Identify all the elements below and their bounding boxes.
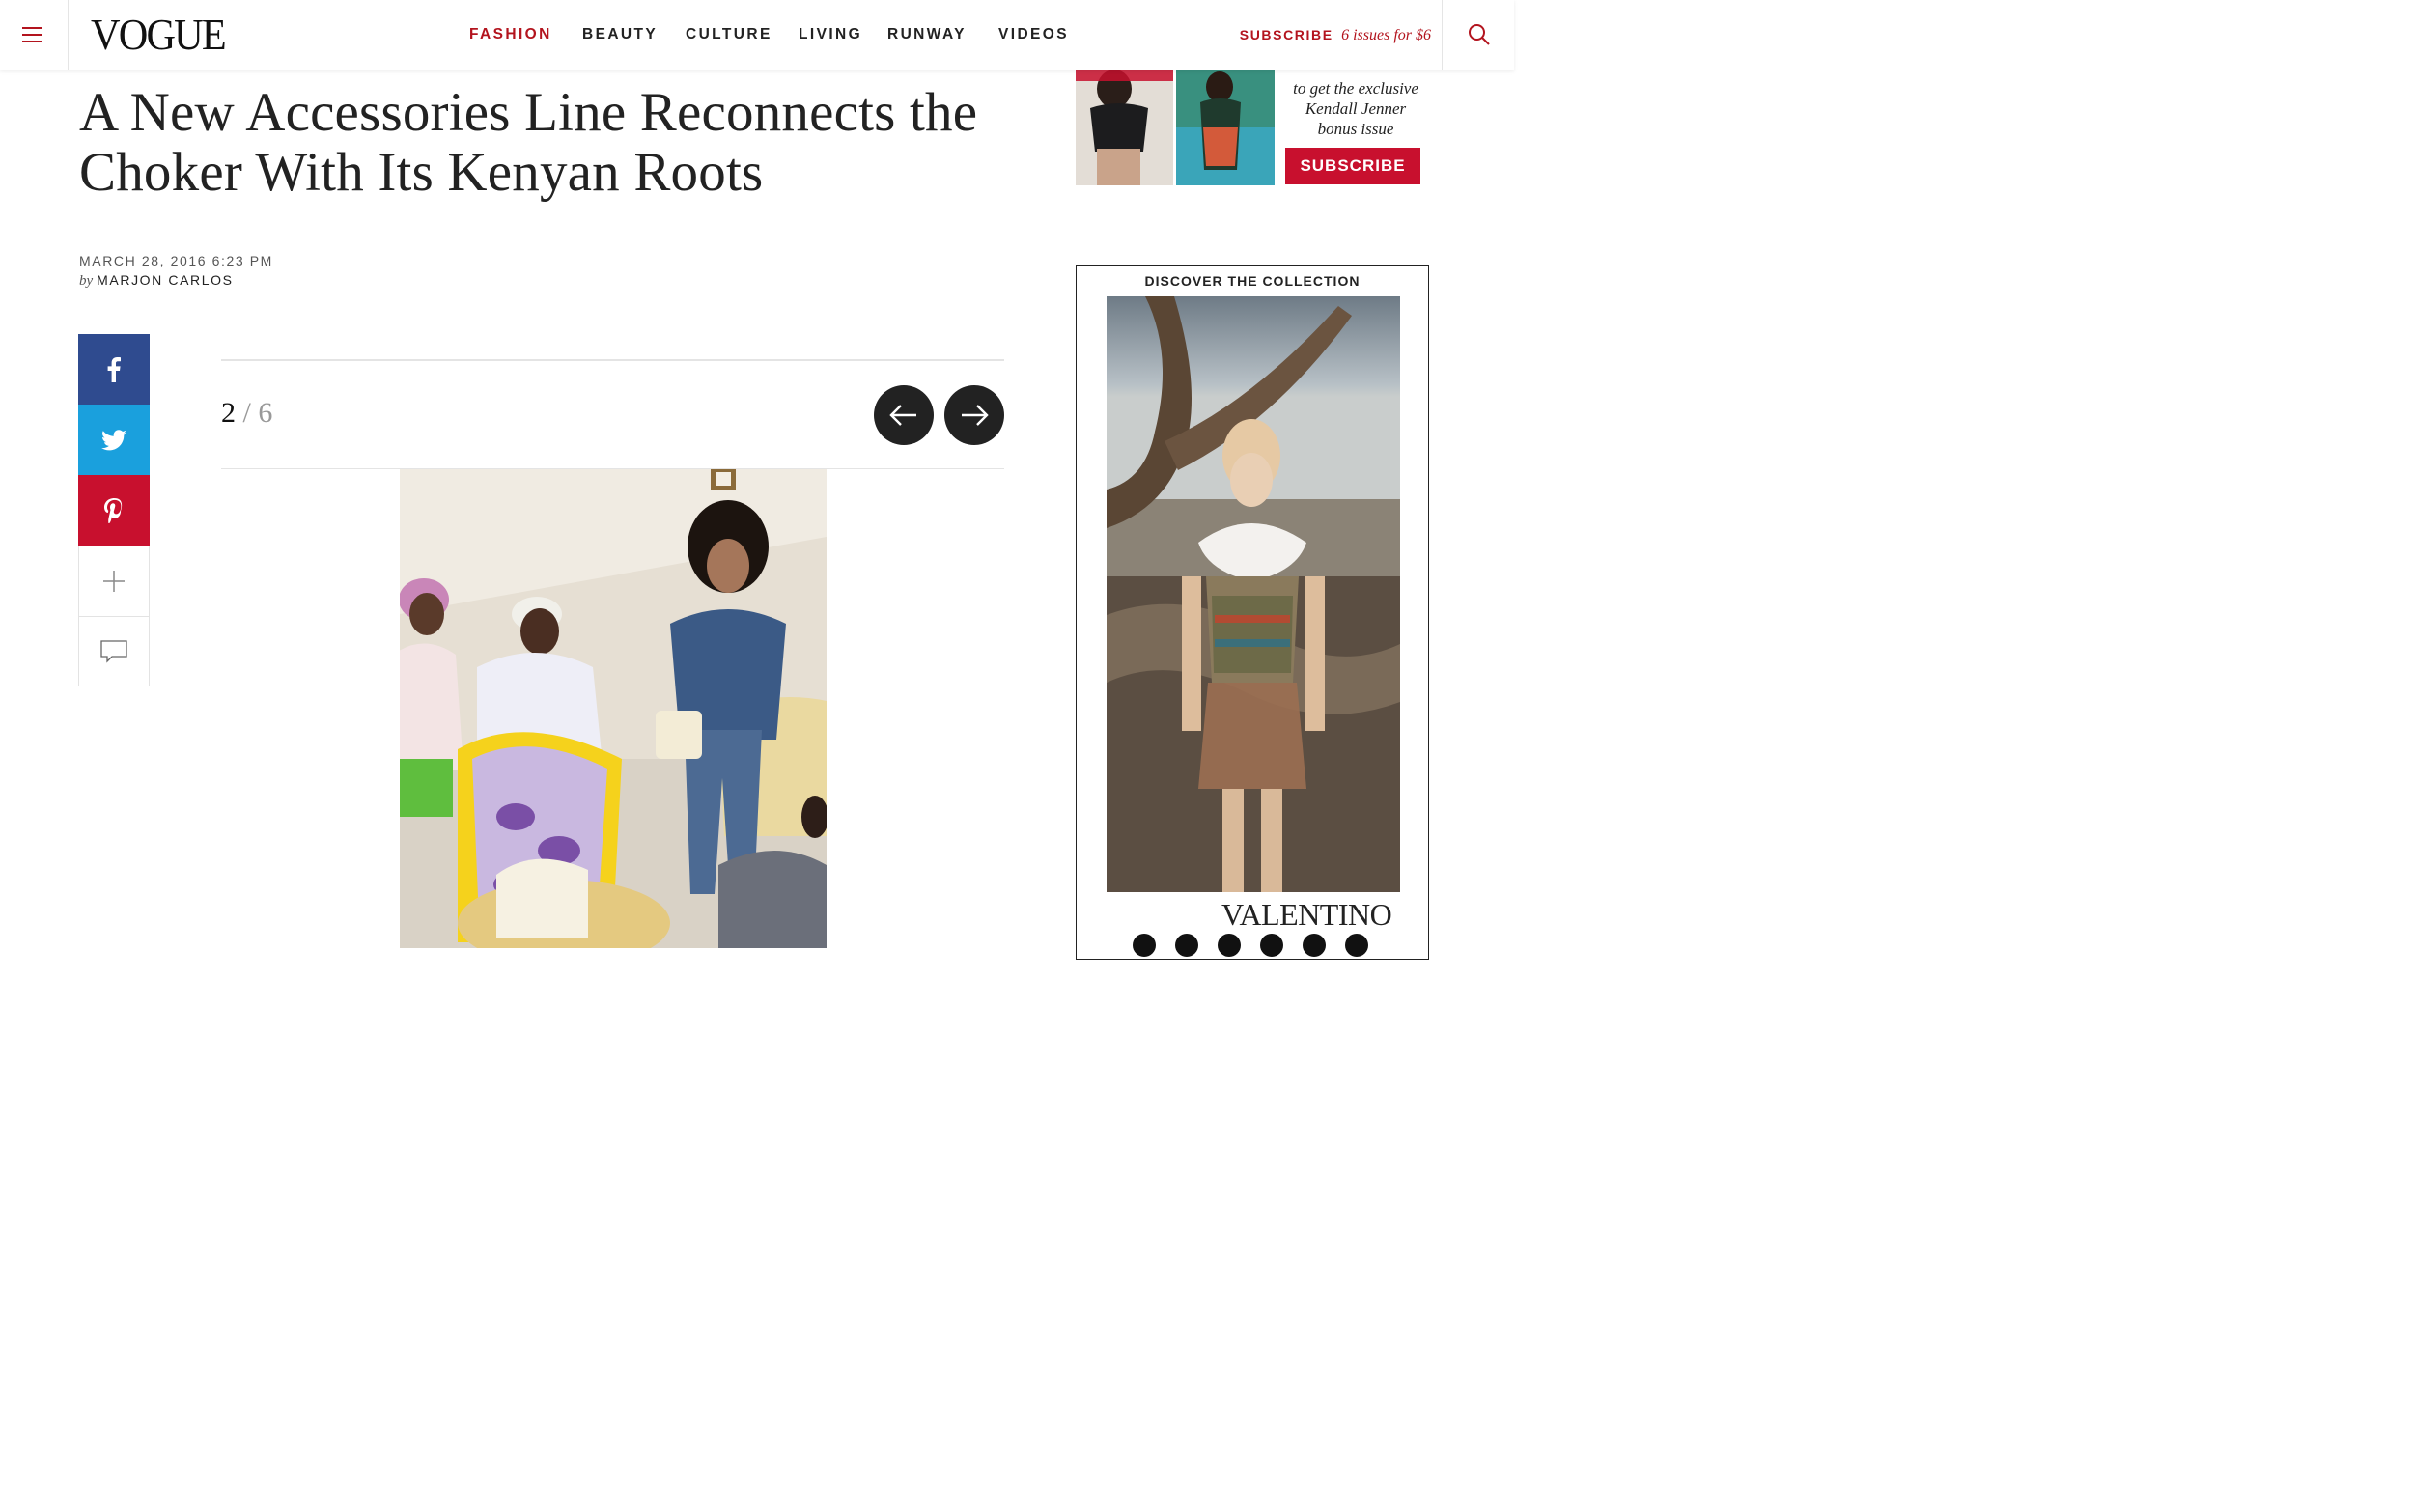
magazine-cover-kendall bbox=[1076, 70, 1173, 185]
collection-ad-artwork bbox=[1107, 296, 1400, 892]
nav-item-runway[interactable]: RUNWAY bbox=[887, 25, 967, 44]
slide-separator: / bbox=[242, 397, 251, 429]
google-plus-icon[interactable] bbox=[1303, 934, 1326, 957]
subscribe-ad-line-2: Kendall Jenner bbox=[1305, 99, 1407, 118]
gallery-photo-artwork bbox=[400, 469, 827, 948]
magazine-cover-rihanna bbox=[1176, 70, 1275, 185]
facebook-icon bbox=[107, 356, 121, 382]
nav-item-living[interactable]: LIVING bbox=[799, 25, 862, 44]
pinterest-icon bbox=[104, 497, 123, 523]
share-rail bbox=[78, 334, 150, 686]
menu-button[interactable] bbox=[0, 0, 69, 70]
arrow-left-icon bbox=[889, 405, 916, 426]
search-icon bbox=[1469, 24, 1490, 45]
gallery-divider-top bbox=[221, 359, 1004, 361]
magazine-cover-kendall-art bbox=[1076, 70, 1173, 185]
hamburger-icon bbox=[22, 27, 42, 29]
search-button[interactable] bbox=[1442, 0, 1514, 70]
nav-item-videos[interactable]: VIDEOS bbox=[998, 25, 1069, 44]
instagram-icon[interactable] bbox=[1218, 934, 1241, 957]
next-slide-button[interactable] bbox=[944, 385, 1004, 445]
subscribe-label: SUBSCRIBE bbox=[1239, 27, 1333, 42]
byline-prefix: by bbox=[79, 273, 94, 289]
vogue-logo[interactable]: VOGUE bbox=[91, 12, 227, 58]
subscribe-offer: 6 issues for $6 bbox=[1341, 27, 1431, 43]
hamburger-icon-bar bbox=[22, 41, 42, 42]
plus-icon bbox=[103, 571, 125, 592]
subscribe-ad-line-3: bonus issue bbox=[1317, 120, 1394, 138]
hamburger-icon-bar bbox=[22, 34, 42, 36]
collection-ad-image[interactable] bbox=[1107, 296, 1400, 892]
author-link[interactable]: MARJON CARLOS bbox=[97, 272, 233, 288]
slide-current: 2 bbox=[221, 397, 236, 429]
share-more-button[interactable] bbox=[78, 546, 150, 616]
nav-item-fashion[interactable]: FASHION bbox=[469, 25, 552, 44]
article-byline: by MARJON CARLOS bbox=[79, 272, 234, 290]
arrow-right-icon bbox=[962, 405, 989, 426]
share-twitter-button[interactable] bbox=[78, 405, 150, 475]
collection-ad-socials bbox=[1133, 934, 1384, 957]
article-headline: A New Accessories Line Reconnects the Ch… bbox=[79, 82, 978, 203]
subscribe-ad-line-1: to get the exclusive bbox=[1293, 79, 1418, 98]
collection-ad-label: DISCOVER THE COLLECTION bbox=[1144, 273, 1361, 289]
prev-slide-button[interactable] bbox=[874, 385, 934, 445]
twitter-icon bbox=[101, 429, 126, 450]
slide-total: 6 bbox=[258, 397, 273, 429]
comment-button[interactable] bbox=[78, 616, 150, 686]
subscribe-ad-button[interactable]: SUBSCRIBE bbox=[1285, 148, 1420, 184]
gallery-photo[interactable] bbox=[400, 469, 827, 948]
nav-item-beauty[interactable]: BEAUTY bbox=[582, 25, 658, 44]
share-facebook-button[interactable] bbox=[78, 334, 150, 405]
article-date: MARCH 28, 2016 6:23 PM bbox=[79, 253, 273, 268]
nav-item-culture[interactable]: CULTURE bbox=[686, 25, 772, 44]
pinterest-icon[interactable] bbox=[1260, 934, 1283, 957]
comment-icon bbox=[100, 639, 127, 663]
site-header: VOGUE FASHION BEAUTY CULTURE LIVING RUNW… bbox=[0, 0, 1514, 70]
subscribe-link[interactable]: SUBSCRIBE 6 issues for $6 bbox=[1240, 25, 1431, 44]
share-pinterest-button[interactable] bbox=[78, 475, 150, 546]
subscribe-ad[interactable]: to get the exclusive Kendall Jenner bonu… bbox=[1076, 70, 1433, 187]
valentino-logo: VALENTINO bbox=[1221, 897, 1392, 932]
magazine-cover-rihanna-art bbox=[1176, 70, 1275, 185]
slide-counter: 2 / 6 bbox=[221, 394, 272, 433]
tumblr-icon[interactable] bbox=[1345, 934, 1368, 957]
twitter-icon[interactable] bbox=[1175, 934, 1198, 957]
collection-ad[interactable]: DISCOVER THE COLLECTION VALENTINO bbox=[1076, 265, 1429, 960]
facebook-icon[interactable] bbox=[1133, 934, 1156, 957]
